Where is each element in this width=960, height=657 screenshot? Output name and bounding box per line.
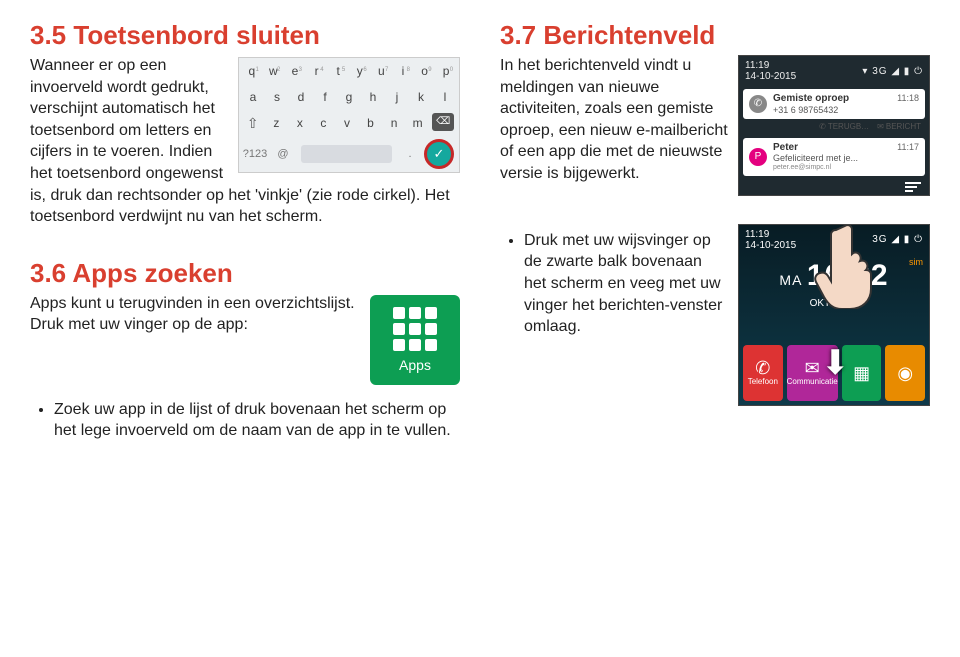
card-subtitle: +31 6 98765432 (773, 105, 919, 115)
clear-all-icon (905, 182, 921, 192)
phone-icon: ✆ (749, 95, 767, 113)
left-column: 3.5 Toetsenbord sluiten q1w2e3r4t5y6u7i8… (30, 20, 460, 637)
card-time: 11:17 (897, 142, 919, 152)
status-icons: 3G ◢ ▮ ⏻ (872, 234, 923, 245)
apps-grid-icon (393, 307, 437, 351)
clock-time: 16:32 (807, 259, 889, 292)
message-action: ✉ BERICHT (877, 122, 921, 131)
keyboard-dot-label: . (396, 148, 424, 160)
keyboard-at-label: @ (269, 148, 297, 160)
clock-day: MA (779, 272, 802, 288)
home-screen-preview: 11:19 14-10-2015 3G ◢ ▮ ⏻ sim MA 16:32 O… (738, 224, 930, 406)
tile-orange: ◉ (885, 345, 925, 401)
status-bar: 11:19 14-10-2015 3G ◢ ▮ ⏻ (739, 225, 929, 255)
notification-card-missed-call: ✆ Gemiste oproep +31 6 98765432 11:18 (743, 89, 925, 119)
heading-3-7: 3.7 Berichtenveld (500, 20, 930, 51)
spacebar (301, 145, 392, 163)
section-3-7-body: 11:19 14-10-2015 ▾ 3G ◢ ▮ ⏻ ✆ Gemiste op… (500, 55, 930, 204)
notification-panel: 11:19 14-10-2015 ▾ 3G ◢ ▮ ⏻ ✆ Gemiste op… (738, 55, 930, 196)
heading-3-5: 3.5 Toetsenbord sluiten (30, 20, 460, 51)
notification-card-email: P Peter Gefeliciteerd met je... peter.ee… (743, 138, 925, 176)
status-icons: ▾ 3G ◢ ▮ ⏻ (862, 66, 923, 77)
contact-avatar: P (749, 148, 767, 166)
status-time: 11:19 (745, 60, 796, 71)
section-pull-body: 11:19 14-10-2015 3G ◢ ▮ ⏻ sim MA 16:32 O… (500, 224, 930, 414)
status-bar: 11:19 14-10-2015 ▾ 3G ◢ ▮ ⏻ (739, 56, 929, 86)
apps-tile-label: Apps (399, 357, 431, 373)
enter-check-icon: ✓ (424, 139, 454, 169)
backspace-icon: ⌫ (432, 113, 454, 131)
arrow-down-icon: ⬇ (821, 343, 850, 383)
shift-icon: ⇧ (244, 113, 262, 133)
right-column: 3.7 Berichtenveld 11:19 14-10-2015 ▾ 3G … (500, 20, 930, 637)
tile-telefoon: ✆Telefoon (743, 345, 783, 401)
section-3-6-body: Apps Apps kunt u terugvinden in een over… (30, 293, 460, 393)
keyboard-preview: q1w2e3r4t5y6u7i8o9p0 asdfghjkl ⇧zxcvbnm⌫… (238, 57, 460, 173)
keyboard-mode-label: ?123 (241, 148, 269, 160)
clock-month: OKTOBER (810, 298, 859, 309)
notification-footer (739, 179, 929, 195)
list-item: Zoek uw app in de lijst of druk bovenaan… (54, 399, 460, 442)
heading-3-6: 3.6 Apps zoeken (30, 258, 460, 289)
card-actions: ✆ TERUGB… ✉ BERICHT (739, 122, 929, 135)
apps-tile: Apps (370, 295, 460, 385)
card-source: peter.ee@simpc.nl (773, 164, 919, 172)
home-clock: MA 16:32 OKTOBER (739, 259, 929, 311)
card-time: 11:18 (897, 93, 919, 103)
card-subtitle: Gefeliciteerd met je... (773, 153, 919, 163)
status-date: 14-10-2015 (745, 240, 796, 251)
section-3-5-body: q1w2e3r4t5y6u7i8o9p0 asdfghjkl ⇧zxcvbnm⌫… (30, 55, 460, 238)
status-date: 14-10-2015 (745, 71, 796, 82)
list-3-6: Zoek uw app in de lijst of druk bovenaan… (54, 399, 460, 448)
status-time: 11:19 (745, 229, 796, 240)
callback-action: ✆ TERUGB… (819, 122, 869, 131)
